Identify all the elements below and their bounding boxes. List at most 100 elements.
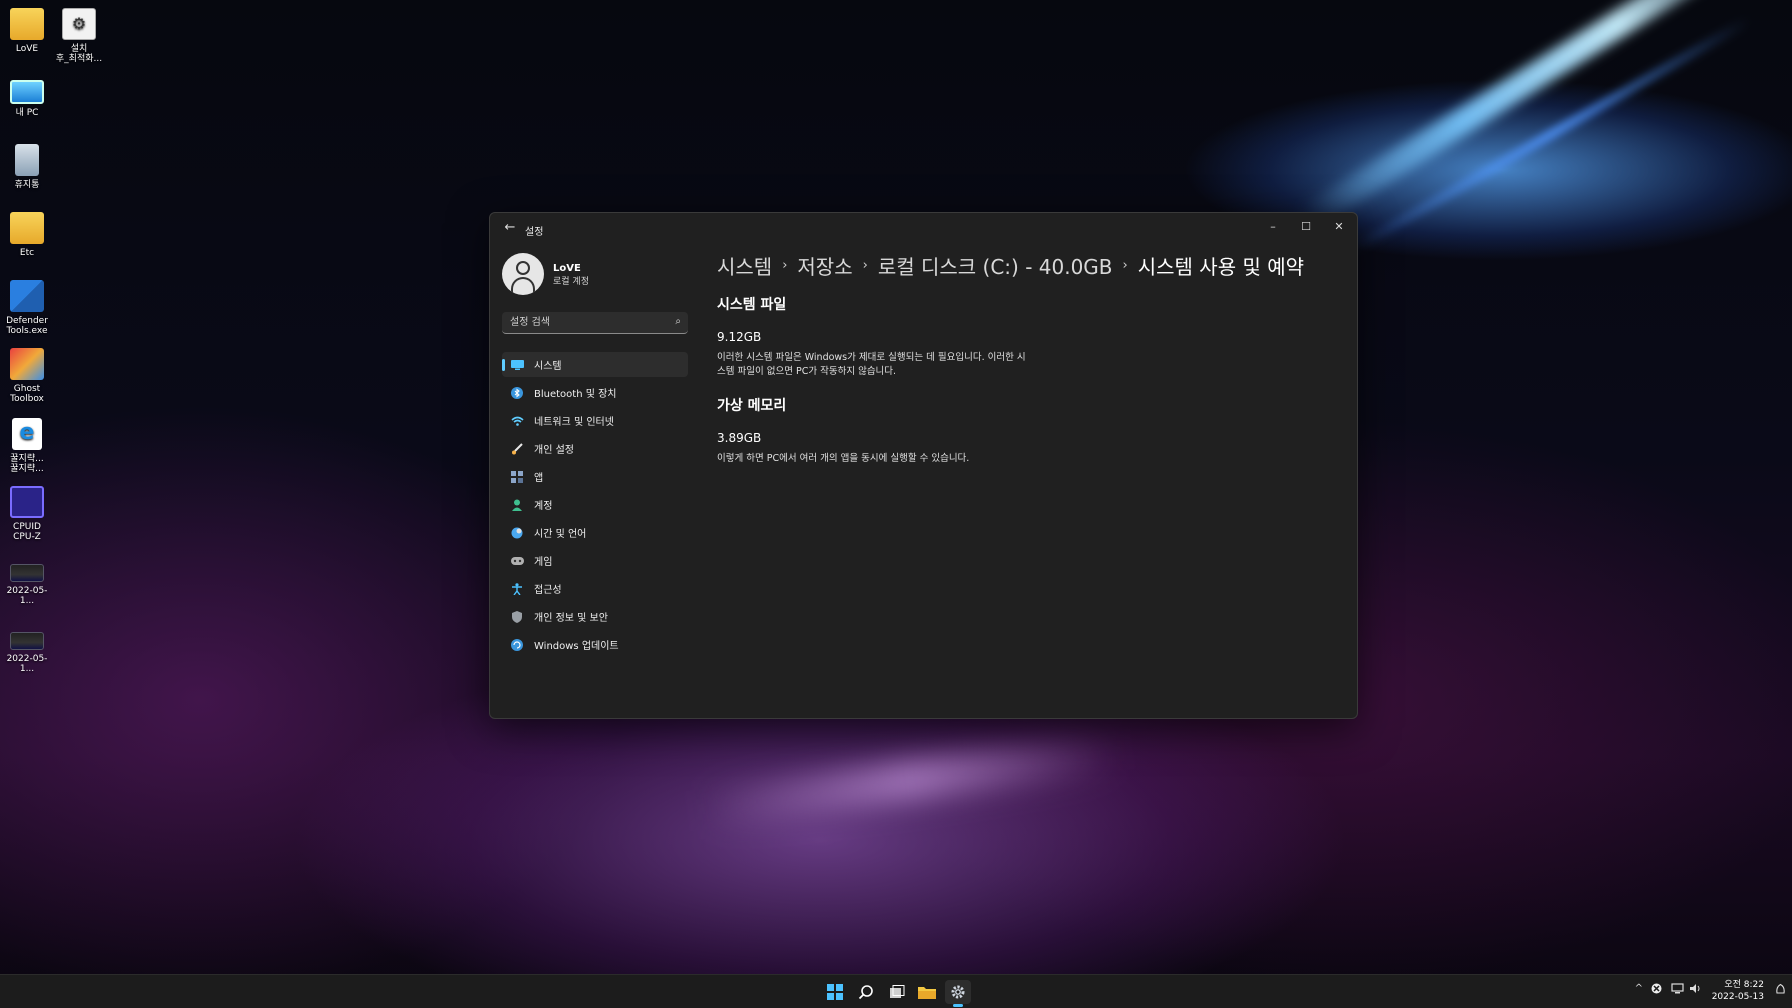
sidebar-item-label: 게임 <box>534 557 553 568</box>
shield-icon <box>510 610 524 624</box>
minimize-button[interactable]: – <box>1259 217 1287 237</box>
search-box[interactable]: ⌕ <box>502 312 688 334</box>
start-button[interactable] <box>822 980 848 1004</box>
monitor-icon <box>10 80 44 104</box>
breadcrumb-separator: › <box>782 258 788 273</box>
ghost-toolbox-icon <box>10 348 44 380</box>
window-title: 설정 <box>525 227 544 238</box>
sidebar-item-time-language[interactable]: 시간 및 언어 <box>502 520 688 545</box>
network-icon[interactable] <box>1671 983 1684 997</box>
sidebar-item-system[interactable]: 시스템 <box>502 352 688 377</box>
sidebar-item-privacy-security[interactable]: 개인 정보 및 보안 <box>502 604 688 629</box>
folder-icon <box>10 8 44 40</box>
recycle-bin-icon <box>15 144 39 176</box>
image-thumbnail-icon <box>10 564 44 582</box>
desktop-icon-my-pc[interactable]: 내 PC <box>0 76 54 118</box>
clock-time: 오전 8:22 <box>1724 980 1764 990</box>
wallpaper-glow <box>699 730 1121 830</box>
search-taskbar-button[interactable] <box>853 980 879 1004</box>
sidebar-item-label: Windows 업데이트 <box>534 641 619 652</box>
sidebar-item-label: 네트워크 및 인터넷 <box>534 417 614 428</box>
title-bar[interactable]: ← 설정 – ☐ ✕ <box>490 213 1357 245</box>
file-explorer-button[interactable] <box>914 980 940 1004</box>
search-input[interactable] <box>502 312 662 333</box>
desktop-icon-label: 꿀지략... 꿀지략... <box>10 454 44 474</box>
folder-icon <box>918 987 936 999</box>
desktop-icon-label: 2022-05-1... <box>6 654 48 674</box>
desktop-icon-label: Defender Tools.exe <box>6 316 48 336</box>
brush-icon <box>510 442 524 456</box>
folder-icon <box>10 212 44 244</box>
sidebar-item-network[interactable]: 네트워크 및 인터넷 <box>502 408 688 433</box>
desktop-icon-label: CPUID CPU-Z <box>13 522 41 542</box>
volume-icon[interactable] <box>1689 983 1702 997</box>
sidebar-item-label: 계정 <box>534 501 553 512</box>
desktop-icon-screenshot-1[interactable]: 2022-05-1... <box>0 556 54 606</box>
sidebar-item-label: 개인 설정 <box>534 445 574 456</box>
desktop-icon-screenshot-2[interactable]: 2022-05-1... <box>0 624 54 674</box>
desktop-icon-etc-folder[interactable]: Etc <box>0 212 54 258</box>
notification-icon[interactable] <box>1775 983 1786 998</box>
desktop-icon-recycle-bin[interactable]: 휴지통 <box>0 144 54 190</box>
desktop-icon-label: LoVE <box>15 44 39 54</box>
desktop-icon-label: Ghost Toolbox <box>10 384 44 404</box>
breadcrumb-item-system[interactable]: 시스템 <box>717 251 772 280</box>
gear-document-icon: ⚙ <box>62 8 96 40</box>
close-button[interactable]: ✕ <box>1325 217 1353 237</box>
system-files-description: 이러한 시스템 파일은 Windows가 제대로 실행되는 데 필요입니다. 이… <box>717 352 1026 377</box>
section-title-virtual-memory: 가상 메모리 <box>717 398 787 414</box>
sidebar-item-accounts[interactable]: 계정 <box>502 492 688 517</box>
sidebar-item-accessibility[interactable]: 접근성 <box>502 576 688 601</box>
sidebar-item-personalization[interactable]: 개인 설정 <box>502 436 688 461</box>
desktop-icon-label: 설치 후_최적화... <box>55 44 103 64</box>
virtual-memory-description: 이렇게 하면 PC에서 여러 개의 앱을 동시에 실행할 수 있습니다. <box>717 453 970 464</box>
back-arrow-icon[interactable]: ← <box>500 220 520 238</box>
bluetooth-icon <box>510 386 524 400</box>
avatar-icon <box>502 253 544 295</box>
taskbar: ^ 오전 8:22 2022-05-13 <box>0 974 1792 1008</box>
breadcrumb-separator: › <box>862 258 868 273</box>
desktop-icon-ghost-toolbox[interactable]: Ghost Toolbox <box>0 348 54 404</box>
desktop-icon-ie-shortcut[interactable]: e 꿀지략... 꿀지략... <box>0 418 54 474</box>
desktop-icon-label: 2022-05-1... <box>6 586 48 606</box>
sidebar-item-label: 개인 정보 및 보안 <box>534 613 608 624</box>
sidebar-item-apps[interactable]: 앱 <box>502 464 688 489</box>
gamepad-icon <box>510 554 524 568</box>
desktop-icon-label: 내 PC <box>15 108 39 118</box>
sidebar-item-label: 시간 및 언어 <box>534 529 587 540</box>
image-thumbnail-icon <box>10 632 44 650</box>
tray-overflow-chevron[interactable]: ^ <box>1635 983 1643 994</box>
sidebar-item-windows-update[interactable]: Windows 업데이트 <box>502 632 688 657</box>
page-title: 시스템 사용 및 예약 <box>1137 255 1305 279</box>
maximize-button[interactable]: ☐ <box>1292 217 1320 237</box>
windows-shield-icon <box>10 280 44 312</box>
task-view-button[interactable] <box>884 980 910 1004</box>
sidebar-item-label: Bluetooth 및 장치 <box>534 389 617 400</box>
sidebar-item-bluetooth[interactable]: Bluetooth 및 장치 <box>502 380 688 405</box>
task-view-icon <box>890 985 905 998</box>
breadcrumb-item-local-disk[interactable]: 로컬 디스크 (C:) - 40.0GB <box>878 251 1113 280</box>
clock-date: 2022-05-13 <box>1711 992 1764 1002</box>
breadcrumb-item-storage[interactable]: 저장소 <box>797 251 852 280</box>
desktop-icon-defender-tools[interactable]: Defender Tools.exe <box>0 280 54 336</box>
settings-taskbar-button[interactable] <box>945 980 971 1007</box>
apps-icon <box>510 470 524 484</box>
internet-explorer-icon: e <box>12 418 42 450</box>
breadcrumb: 시스템 › 저장소 › 로컬 디스크 (C:) - 40.0GB › 시스템 사… <box>717 251 1337 280</box>
gear-icon <box>951 985 965 999</box>
sidebar-item-gaming[interactable]: 게임 <box>502 548 688 573</box>
sidebar-item-label: 시스템 <box>534 361 562 372</box>
display-icon <box>510 358 524 372</box>
taskbar-clock[interactable]: 오전 8:22 2022-05-13 <box>1712 979 1764 1003</box>
sidebar-item-label: 접근성 <box>534 585 562 596</box>
accessibility-icon <box>510 582 524 596</box>
tray-status-icon[interactable] <box>1651 983 1662 997</box>
settings-window: ← 설정 – ☐ ✕ LoVE 로컬 계정 ⌕ 시스템 Bluetooth 및 … <box>489 212 1358 719</box>
desktop-icon-cpuz[interactable]: CPUID CPU-Z <box>0 486 54 542</box>
desktop-icon-love-folder[interactable]: LoVE <box>0 8 54 54</box>
desktop-icon-label: Etc <box>19 248 35 258</box>
globe-clock-icon <box>510 526 524 540</box>
search-icon <box>858 985 873 1000</box>
search-icon[interactable]: ⌕ <box>675 316 681 327</box>
desktop-icon-setup-optimize[interactable]: ⚙ 설치 후_최적화... <box>52 8 106 64</box>
